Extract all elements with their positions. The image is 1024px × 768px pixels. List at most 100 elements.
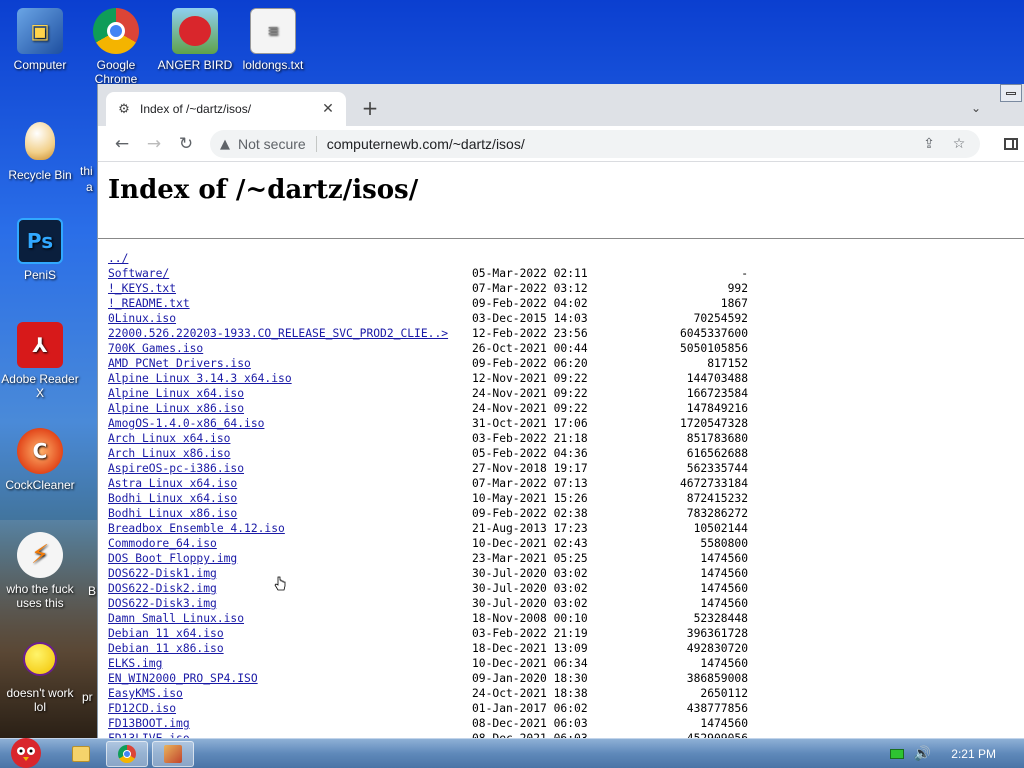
forward-arrow-icon[interactable]: → (142, 132, 166, 156)
file-size: - (741, 267, 748, 280)
page-content: Index of /~dartz/isos/ ../ Software/05-M… (98, 162, 1024, 738)
volume-icon[interactable]: 🔊 (914, 746, 931, 762)
desktop-icon-label: doesn't work lol (6, 686, 74, 714)
file-size: 6045337600 (679, 327, 748, 340)
file-link[interactable]: AspireOS-pc-i386.iso (108, 461, 244, 476)
desktop-icon-winamp[interactable]: ⚡ who the fuck uses this (0, 532, 80, 610)
file-link[interactable]: AmogOS-1.4.0-x86_64.iso (108, 416, 264, 431)
file-date: 12-Nov-2021 09:22 (472, 372, 588, 385)
desktop-partial-label: pr (82, 690, 93, 704)
desktop-icon-label: Recycle Bin (8, 168, 72, 182)
file-link[interactable]: EN_WIN2000_PRO_SP4.ISO (108, 671, 258, 686)
file-size: 783286272 (686, 507, 748, 520)
file-link[interactable]: Arch Linux x86.iso (108, 446, 230, 461)
taskbar-clock[interactable]: 2:21 PM (951, 747, 996, 761)
new-tab-button[interactable]: + (358, 96, 382, 120)
file-link[interactable]: Alpine Linux x64.iso (108, 386, 244, 401)
listing-row: AMD PCNet Drivers.iso 09-Feb-2022 06:20 81… (108, 356, 1014, 371)
file-link[interactable]: DOS Boot Floppy.img (108, 551, 237, 566)
file-size: 1720547328 (679, 417, 748, 430)
desktop-icon-yahoo-messenger[interactable]: doesn't work lol (0, 636, 80, 714)
file-link[interactable]: FD13LIVE.iso (108, 731, 190, 738)
file-link[interactable]: Debian 11 x64.iso (108, 626, 224, 641)
bookmark-star-icon[interactable]: ☆ (948, 136, 970, 152)
desktop-icon-cockcleaner[interactable]: C CockCleaner (0, 428, 80, 492)
file-link[interactable]: DOS622-Disk1.img (108, 566, 217, 581)
start-button[interactable] (2, 733, 50, 768)
file-link[interactable]: EasyKMS.iso (108, 686, 183, 701)
taskbar-app-button[interactable] (152, 741, 194, 767)
file-link[interactable]: 22000.526.220203-1933.CO_RELEASE_SVC_PRO… (108, 326, 448, 341)
url-text[interactable]: computernewb.com/~dartz/isos/ (327, 136, 910, 152)
directory-listing: ../ Software/05-Mar-2022 02:11- !_KEYS.tx… (108, 251, 1014, 738)
taskbar-explorer-button[interactable] (60, 741, 102, 767)
listing-row: AspireOS-pc-i386.iso 27-Nov-2018 19:17 562… (108, 461, 1014, 476)
file-link[interactable]: !_KEYS.txt (108, 281, 176, 296)
file-link[interactable]: 700K Games.iso (108, 341, 203, 356)
file-link[interactable]: Alpine Linux x86.iso (108, 401, 244, 416)
file-link[interactable]: FD13BOOT.img (108, 716, 190, 731)
file-date: 12-Feb-2022 23:56 (472, 327, 588, 340)
listing-row: Damn Small Linux.iso 18-Nov-2008 00:10 523… (108, 611, 1014, 626)
listing-row: Debian 11 x86.iso 18-Dec-2021 13:09 492830… (108, 641, 1014, 656)
file-date: 09-Feb-2022 04:02 (472, 297, 588, 310)
desktop-icon-label: PeniS (23, 268, 57, 282)
warning-triangle-icon[interactable]: ▲ (220, 137, 230, 152)
file-link[interactable]: Bodhi Linux x86.iso (108, 506, 237, 521)
desktop-icon-photoshop[interactable]: Ps PeniS (0, 218, 80, 282)
file-link[interactable]: Debian 11 x86.iso (108, 641, 224, 656)
file-size: 396361728 (686, 627, 748, 640)
page-heading: Index of /~dartz/isos/ (108, 175, 419, 205)
file-date: 10-Dec-2021 02:43 (472, 537, 588, 550)
file-size: 1474560 (700, 717, 748, 730)
file-link[interactable]: Damn Small Linux.iso (108, 611, 244, 626)
taskbar-chrome-button[interactable] (106, 741, 148, 767)
listing-row: DOS Boot Floppy.img 23-Mar-2021 05:25 1474… (108, 551, 1014, 566)
desktop-icon-loldongs-txt[interactable]: ≡ loldongs.txt (233, 8, 313, 72)
listing-row: FD12CD.iso 01-Jan-2017 06:02 438777856 (108, 701, 1014, 716)
listing-row: Astra Linux x64.iso 07-Mar-2022 07:13 4672… (108, 476, 1014, 491)
file-link[interactable]: Commodore_64.iso (108, 536, 217, 551)
file-link[interactable]: Alpine Linux 3.14.3 x64.iso (108, 371, 292, 386)
tab-search-chevron-icon[interactable]: ⌄ (964, 96, 988, 120)
file-link[interactable]: Bodhi Linux x64.iso (108, 491, 237, 506)
file-link[interactable]: DOS622-Disk2.img (108, 581, 217, 596)
network-status-icon[interactable] (889, 749, 904, 759)
desktop-icon-label: CockCleaner (5, 478, 75, 492)
desktop-icon-computer[interactable]: ▣ Computer (0, 8, 80, 72)
taskbar: 🔊 2:21 PM (0, 738, 1024, 768)
file-size: 2650112 (700, 687, 748, 700)
back-arrow-icon[interactable]: ← (110, 132, 134, 156)
file-link[interactable]: 0Linux.iso (108, 311, 176, 326)
desktop-icon-anger-bird[interactable]: ANGER BIRD (155, 8, 235, 72)
window-restore-button[interactable] (1000, 84, 1022, 102)
close-tab-icon[interactable]: ✕ (320, 101, 336, 117)
share-icon[interactable]: ⇪ (918, 136, 940, 152)
tab-active[interactable]: ⚙ Index of /~dartz/isos/ ✕ (106, 92, 346, 126)
file-link[interactable]: AMD PCNet Drivers.iso (108, 356, 251, 371)
address-bar[interactable]: ▲ Not secure computernewb.com/~dartz/iso… (210, 130, 980, 158)
security-status[interactable]: Not secure (238, 136, 306, 152)
file-link[interactable]: DOS622-Disk3.img (108, 596, 217, 611)
desktop-icon-recycle-bin[interactable]: Recycle Bin (0, 118, 80, 182)
file-date: 24-Oct-2021 18:38 (472, 687, 588, 700)
parent-directory-row: ../ (108, 251, 1014, 266)
file-link[interactable]: Breadbox Ensemble 4.12.iso (108, 521, 285, 536)
file-link[interactable]: !_README.txt (108, 296, 190, 311)
file-link[interactable]: Arch Linux x64.iso (108, 431, 230, 446)
reload-icon[interactable]: ↻ (174, 132, 198, 156)
side-panel-icon[interactable] (1004, 138, 1018, 150)
file-link[interactable]: FD12CD.iso (108, 701, 176, 716)
desktop-icon-chrome[interactable]: Google Chrome (76, 8, 156, 86)
file-date: 18-Dec-2021 13:09 (472, 642, 588, 655)
recycle-bin-icon (17, 118, 63, 164)
parent-directory-link[interactable]: ../ (108, 251, 128, 266)
listing-row: Breadbox Ensemble 4.12.iso 21-Aug-2013 17… (108, 521, 1014, 536)
desktop-icon-adobe-reader[interactable]: ⅄ Adobe Reader X (0, 322, 80, 400)
file-link[interactable]: Astra Linux x64.iso (108, 476, 237, 491)
listing-row: Alpine Linux 3.14.3 x64.iso 12-Nov-2021 0… (108, 371, 1014, 386)
file-link[interactable]: Software/ (108, 266, 169, 281)
file-link[interactable]: ELKS.img (108, 656, 162, 671)
browser-window: ⚙ Index of /~dartz/isos/ ✕ + ⌄ ← → ↻ ▲ N… (97, 84, 1024, 738)
file-size: 147849216 (686, 402, 748, 415)
